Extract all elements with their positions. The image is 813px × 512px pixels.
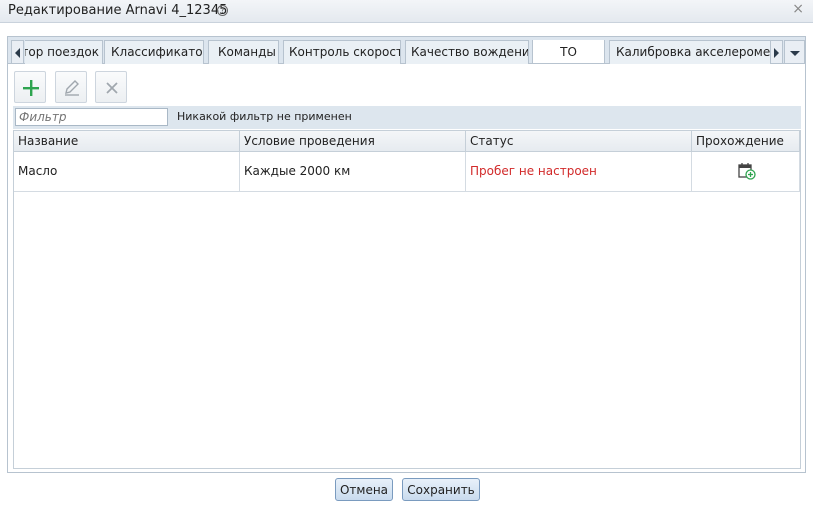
cell-status: Пробег не настроен	[466, 152, 692, 191]
window-title: Редактирование Arnavi 4_12345	[8, 3, 228, 18]
cell-pass	[692, 152, 800, 191]
filter-input[interactable]	[15, 108, 168, 126]
tab-scroll-left-icon[interactable]	[11, 40, 24, 64]
grid-header: Название Условие проведения Статус Прохо…	[14, 131, 800, 152]
tab-scroll-right-icon[interactable]	[770, 40, 783, 64]
tab-menu-chevron-down-icon[interactable]	[784, 40, 805, 64]
tab-driving-quality[interactable]: Качество вождения	[405, 40, 529, 64]
tab-classifier[interactable]: Классификатор	[104, 40, 204, 64]
cross-icon	[106, 82, 118, 94]
column-header-condition[interactable]: Условие проведения	[240, 131, 466, 151]
cell-condition: Каждые 2000 км	[240, 152, 466, 191]
tab-speed-control[interactable]: Контроль скорости	[283, 40, 401, 64]
tab-strip: Детектор поездок Классификатор Команды К…	[7, 36, 806, 64]
cancel-button[interactable]: Отмена	[335, 478, 393, 501]
column-header-status[interactable]: Статус	[466, 131, 692, 151]
tab-trip-detector[interactable]: Детектор поездок	[25, 40, 103, 64]
cell-name: Масло	[14, 152, 240, 191]
tab-maintenance[interactable]: ТО	[532, 40, 605, 63]
plus-icon	[23, 80, 39, 96]
column-header-name[interactable]: Название	[14, 131, 240, 151]
save-button[interactable]: Сохранить	[402, 478, 480, 501]
delete-button[interactable]	[95, 71, 127, 103]
add-button[interactable]	[14, 71, 46, 103]
edit-button[interactable]	[55, 71, 87, 103]
window-titlebar: Редактирование Arnavi 4_12345 ? ×	[0, 0, 813, 23]
help-icon[interactable]: ?	[217, 5, 228, 16]
filter-status: Никакой фильтр не применен	[177, 110, 352, 123]
calendar-add-icon[interactable]	[738, 162, 756, 180]
pencil-icon	[65, 80, 79, 96]
tab-list: Детектор поездок Классификатор Команды К…	[25, 40, 770, 65]
filter-bar: Никакой фильтр не применен	[13, 106, 801, 129]
maintenance-grid: Название Условие проведения Статус Прохо…	[13, 130, 801, 469]
close-icon[interactable]: ×	[792, 1, 804, 17]
column-header-pass[interactable]: Прохождение	[692, 131, 800, 151]
table-row[interactable]: Масло Каждые 2000 км Пробег не настроен	[14, 152, 800, 192]
tab-accelerometer-calibration[interactable]: Калибровка акселерометра	[609, 40, 770, 64]
tab-commands[interactable]: Команды	[208, 40, 279, 64]
